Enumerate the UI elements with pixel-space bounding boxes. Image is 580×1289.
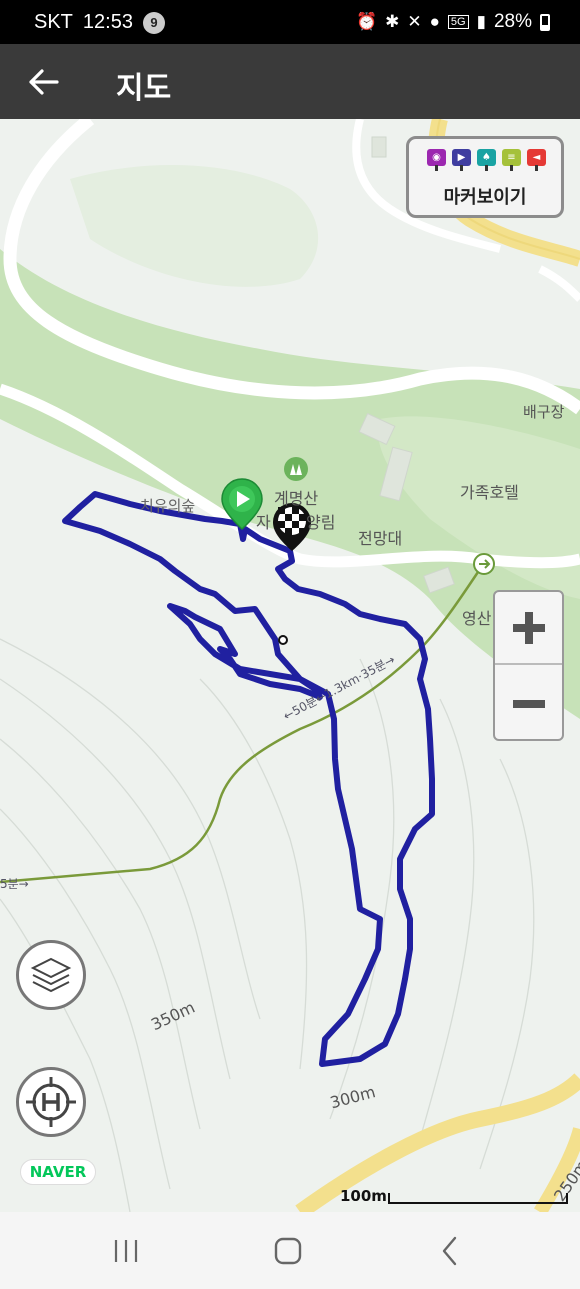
5g-icon: 5G — [447, 15, 469, 29]
chevron-left-icon — [442, 1236, 457, 1266]
scale-line — [388, 1193, 568, 1204]
label-trail-time-b: 5분→ — [0, 877, 29, 891]
marker-icons: ◉ ▶ ♠ ≡ ◄ — [427, 149, 546, 171]
flag-marker-icon: ◄ — [527, 149, 546, 171]
recent-apps-icon — [114, 1240, 138, 1262]
memo-marker-icon: ≡ — [502, 149, 521, 171]
home-icon — [274, 1237, 302, 1265]
back-nav-button[interactable] — [420, 1230, 480, 1272]
carrier-label: SKT — [34, 11, 73, 33]
alarm-icon: ⏰ — [355, 12, 378, 31]
signal-icon: ▮ — [476, 12, 486, 31]
scale-label: 100m — [340, 1187, 387, 1205]
label-baegujang: 배구장 — [523, 403, 565, 421]
label-forest-a: 자 — [256, 513, 271, 532]
location-icon: ● — [429, 12, 440, 31]
status-left: SKT 12:53 9 — [34, 11, 165, 34]
label-observatory: 전망대 — [358, 529, 403, 548]
app-bar: 지도 — [0, 44, 580, 119]
status-bar: SKT 12:53 9 ⏰ ✱ ✕ ● 5G ▮ 28% — [0, 0, 580, 44]
label-yeongsan: 영산 — [462, 609, 492, 628]
back-button[interactable] — [22, 60, 66, 104]
leaf-marker-icon: ♠ — [477, 149, 496, 171]
home-button[interactable] — [258, 1230, 318, 1272]
zoom-out-button[interactable] — [495, 667, 562, 739]
status-right: ⏰ ✱ ✕ ● 5G ▮ 28% — [356, 11, 550, 33]
page-title: 지도 — [116, 71, 172, 106]
marker-toggle-label: 마커보이기 — [443, 187, 527, 208]
system-nav-bar — [0, 1212, 580, 1289]
recent-apps-button[interactable] — [96, 1230, 156, 1272]
notification-count-badge: 9 — [142, 11, 165, 34]
minus-icon — [512, 699, 545, 708]
label-family-hotel: 가족호텔 — [460, 483, 519, 502]
video-marker-icon: ▶ — [452, 149, 471, 171]
battery-percent: 28% — [493, 11, 532, 32]
crosshair-h-icon — [26, 1077, 76, 1127]
back-arrow-icon — [29, 69, 59, 95]
layers-icon — [30, 957, 72, 993]
clock: 12:53 — [82, 11, 133, 33]
layers-button[interactable] — [16, 940, 86, 1010]
mute-icon: ✕ — [407, 12, 422, 31]
zoom-in-button[interactable] — [495, 592, 562, 665]
label-mountain: 계명산 — [274, 489, 319, 508]
photo-marker-icon: ◉ — [427, 149, 446, 171]
map-view[interactable]: 배구장 가족호텔 계명산 자 양림 치유의숲 전망대 영산 홍진 ←50분←1.… — [0, 119, 580, 1212]
battery-icon — [540, 13, 550, 31]
label-healing-forest: 치유의숲 — [140, 497, 196, 515]
bluetooth-icon: ✱ — [385, 12, 400, 31]
naver-logo: NAVER — [20, 1159, 96, 1185]
plus-icon — [512, 611, 545, 644]
marker-toggle-button[interactable]: ◉ ▶ ♠ ≡ ◄ 마커보이기 — [406, 136, 564, 218]
zoom-controls — [493, 590, 564, 741]
my-location-button[interactable] — [16, 1067, 86, 1137]
label-forest-b: 양림 — [306, 513, 336, 532]
